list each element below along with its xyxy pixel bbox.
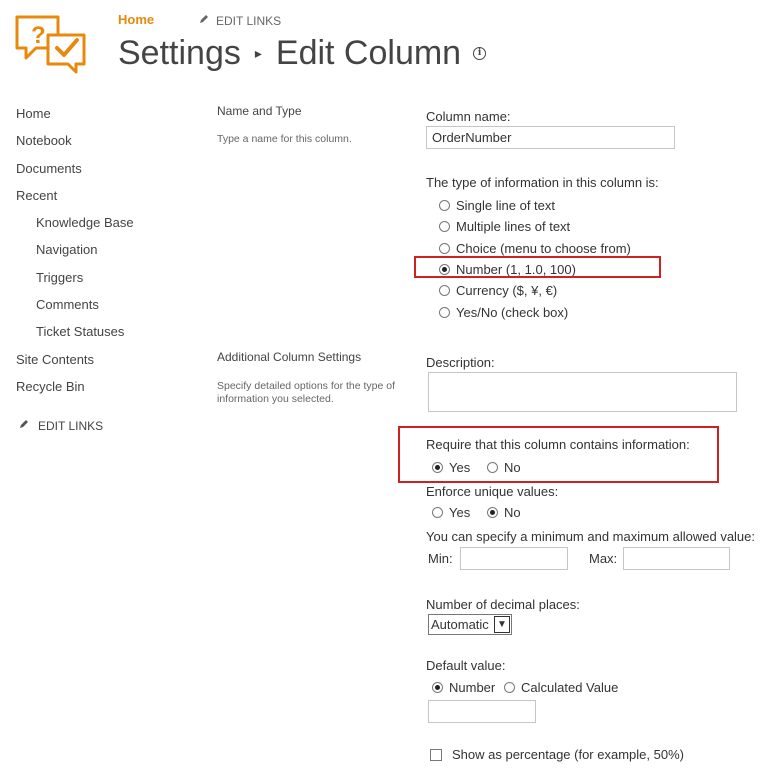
nav-item-documents[interactable]: Documents [16, 161, 82, 176]
section-desc-name-type: Type a name for this column. [217, 133, 352, 145]
breadcrumb-home-link[interactable]: Home [118, 12, 154, 27]
radio-icon[interactable] [439, 221, 450, 232]
nav-item-site-contents[interactable]: Site Contents [16, 352, 94, 367]
type-label: The type of information in this column i… [426, 175, 659, 190]
page-title-settings[interactable]: Settings [118, 34, 241, 73]
radio-icon[interactable] [432, 507, 443, 518]
breadcrumb-separator-icon: ▸ [254, 45, 262, 61]
type-option-currency[interactable]: Currency ($, ¥, €) [439, 283, 557, 298]
page-title: Settings ▸ Edit Column i [118, 34, 487, 73]
page-title-edit-column: Edit Column [275, 34, 462, 72]
default-calculated-label: Calculated Value [521, 680, 619, 695]
min-input[interactable] [460, 547, 568, 570]
top-edit-links-button[interactable]: EDIT LINKS [198, 13, 281, 28]
unique-no-label: No [504, 505, 521, 520]
nav-item-home[interactable]: Home [16, 106, 51, 121]
site-logo-icon[interactable]: ? [14, 14, 88, 74]
section-title-additional-settings: Additional Column Settings [217, 350, 362, 364]
unique-yes-option[interactable]: Yes [432, 505, 470, 520]
nav-item-recycle-bin[interactable]: Recycle Bin [16, 379, 85, 394]
nav-edit-links-button[interactable]: EDIT LINKS [18, 418, 103, 433]
description-label: Description: [426, 355, 495, 370]
min-label: Min: [428, 551, 453, 566]
chevron-down-icon[interactable]: ▼ [494, 616, 510, 633]
edit-links-label: EDIT LINKS [216, 13, 282, 28]
type-option-yes-no[interactable]: Yes/No (check box) [439, 305, 568, 320]
type-option-label: Currency ($, ¥, €) [456, 283, 558, 298]
decimal-places-select[interactable]: Automatic ▼ [428, 614, 512, 635]
type-option-multiple-lines[interactable]: Multiple lines of text [439, 219, 570, 234]
radio-icon[interactable] [487, 462, 498, 473]
show-percentage-label: Show as percentage (for example, 50%) [452, 747, 684, 762]
radio-selected-icon[interactable] [432, 682, 443, 693]
radio-icon[interactable] [439, 285, 450, 296]
require-label: Require that this column contains inform… [426, 437, 690, 452]
number-highlight-box [414, 256, 661, 278]
type-option-label: Choice (menu to choose from) [456, 241, 631, 256]
radio-icon[interactable] [504, 682, 515, 693]
radio-selected-icon[interactable] [432, 462, 443, 473]
default-number-option[interactable]: Number [432, 680, 495, 695]
type-option-choice[interactable]: Choice (menu to choose from) [439, 241, 631, 256]
type-option-label: Yes/No (check box) [456, 305, 569, 320]
nav-item-navigation[interactable]: Navigation [36, 242, 97, 257]
description-textarea[interactable] [428, 372, 737, 412]
edit-links-label: EDIT LINKS [38, 418, 104, 433]
nav-item-comments[interactable]: Comments [36, 297, 99, 312]
checkbox-icon[interactable] [430, 748, 442, 761]
nav-item-knowledge-base[interactable]: Knowledge Base [36, 215, 134, 230]
max-input[interactable] [623, 547, 730, 570]
default-value-input[interactable] [428, 700, 536, 723]
require-no-option[interactable]: No [487, 460, 521, 475]
unique-no-option[interactable]: No [487, 505, 521, 520]
radio-icon[interactable] [439, 307, 450, 318]
decimal-selected-value: Automatic [431, 617, 489, 632]
nav-item-notebook[interactable]: Notebook [16, 133, 72, 148]
unique-label: Enforce unique values: [426, 484, 559, 499]
unique-yes-label: Yes [449, 505, 471, 520]
svg-text:?: ? [31, 22, 46, 49]
type-option-label: Multiple lines of text [456, 219, 571, 234]
show-percentage-option[interactable]: Show as percentage (for example, 50%) [430, 747, 684, 762]
radio-icon[interactable] [439, 200, 450, 211]
max-label: Max: [589, 551, 618, 566]
minmax-label: You can specify a minimum and maximum al… [426, 529, 756, 544]
section-title-name-type: Name and Type [217, 104, 302, 118]
radio-icon[interactable] [439, 243, 450, 254]
info-icon[interactable]: i [473, 47, 487, 60]
nav-item-ticket-statuses[interactable]: Ticket Statuses [36, 324, 124, 339]
default-calculated-option[interactable]: Calculated Value [504, 680, 618, 695]
pencil-icon [198, 13, 210, 28]
default-value-label: Default value: [426, 658, 506, 673]
require-yes-label: Yes [449, 460, 471, 475]
default-number-label: Number [449, 680, 496, 695]
type-option-single-line[interactable]: Single line of text [439, 198, 555, 213]
nav-item-triggers[interactable]: Triggers [36, 270, 83, 285]
type-option-label: Single line of text [456, 198, 556, 213]
column-name-label: Column name: [426, 109, 511, 124]
radio-selected-icon[interactable] [487, 507, 498, 518]
decimal-label: Number of decimal places: [426, 597, 580, 612]
pencil-icon [18, 418, 30, 433]
column-name-input[interactable]: OrderNumber [426, 126, 675, 149]
require-no-label: No [504, 460, 521, 475]
section-desc-additional-settings: Specify detailed options for the type of… [217, 380, 396, 405]
require-yes-option[interactable]: Yes [432, 460, 470, 475]
nav-item-recent[interactable]: Recent [16, 188, 57, 203]
